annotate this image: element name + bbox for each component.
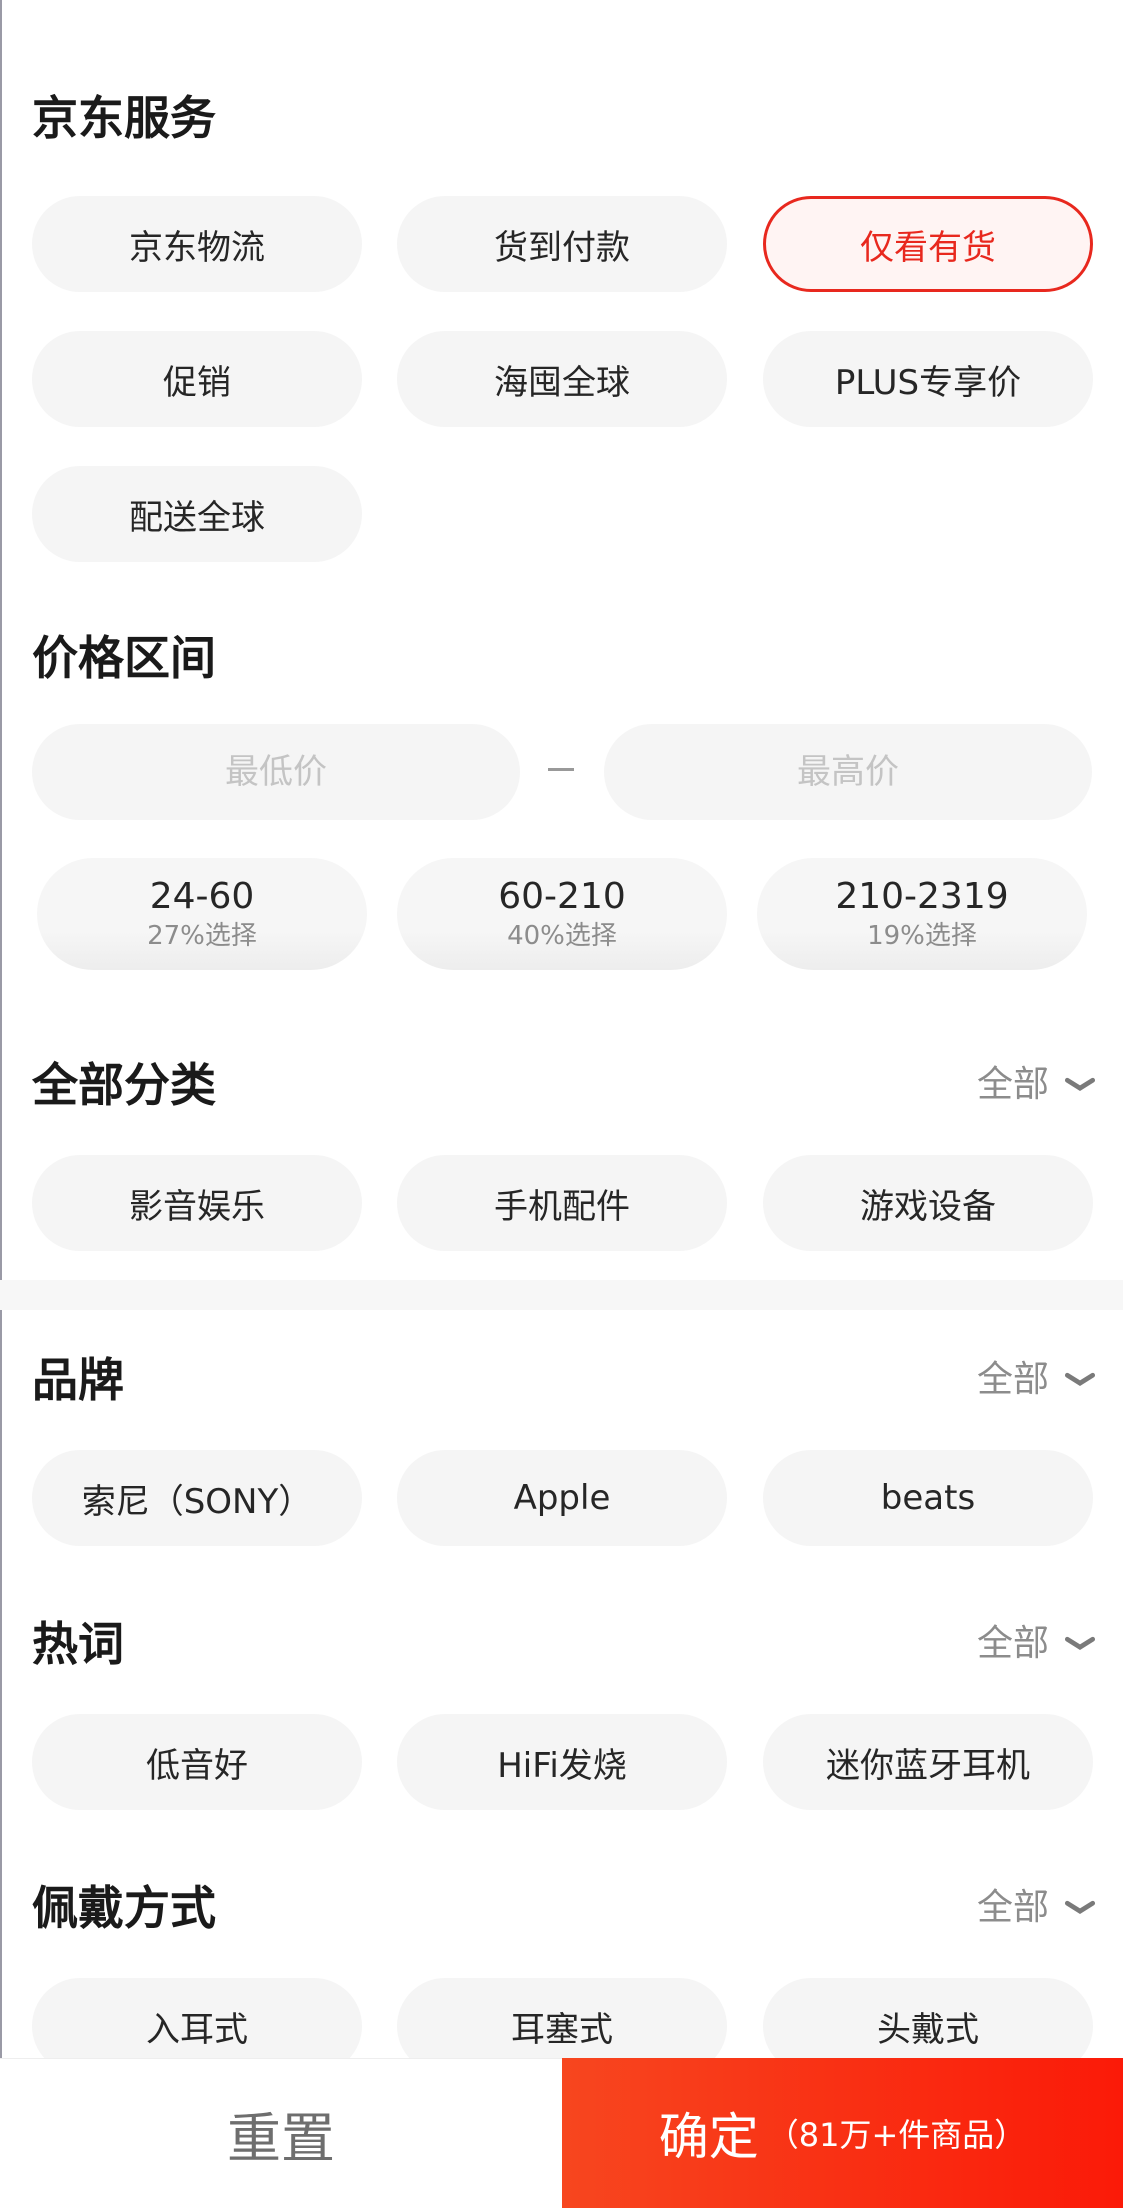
section-title-price: 价格区间 [32, 631, 216, 685]
price-range-chip[interactable]: 24-60 27%选择 [37, 858, 367, 970]
confirm-button[interactable]: 确定 （81万+件商品） [562, 2058, 1123, 2208]
confirm-count: （81万+件商品） [766, 2116, 1027, 2154]
price-range-value: 210-2319 [835, 876, 1009, 917]
section-title-hotwords: 热词 [32, 1617, 124, 1671]
price-range-value: 60-210 [498, 876, 626, 917]
price-range-percent: 40%选择 [507, 921, 617, 951]
price-range-value: 24-60 [149, 876, 255, 917]
left-edge-line [0, 0, 2, 2208]
chip-brand-apple[interactable]: Apple [397, 1450, 727, 1546]
chip-global-delivery[interactable]: 配送全球 [32, 466, 362, 562]
hotwords-more-label: 全部 [976, 1623, 1049, 1664]
chevron-down-icon [1064, 1900, 1096, 1914]
price-range-chip[interactable]: 60-210 40%选择 [397, 858, 727, 970]
wear-more-toggle[interactable]: 全部 [977, 1878, 1099, 1938]
wear-more-label: 全部 [976, 1887, 1049, 1928]
chip-category-phone-accessories[interactable]: 手机配件 [397, 1155, 727, 1251]
footer-bar: 重置 确定 （81万+件商品） [0, 2058, 1123, 2208]
chip-category-av[interactable]: 影音娱乐 [32, 1155, 362, 1251]
chip-hotword-mini-bluetooth[interactable]: 迷你蓝牙耳机 [763, 1714, 1093, 1810]
brand-more-label: 全部 [976, 1359, 1049, 1400]
min-price-input[interactable] [32, 724, 520, 820]
price-range-dash [548, 768, 574, 771]
chip-global-shopping[interactable]: 海囤全球 [397, 331, 727, 427]
price-range-percent: 27%选择 [147, 921, 257, 951]
chip-category-gaming[interactable]: 游戏设备 [763, 1155, 1093, 1251]
chevron-down-icon [1064, 1372, 1096, 1386]
brand-more-toggle[interactable]: 全部 [977, 1350, 1099, 1410]
category-more-toggle[interactable]: 全部 [977, 1055, 1099, 1115]
chevron-down-icon [1064, 1636, 1096, 1650]
section-title-services: 京东服务 [32, 91, 216, 145]
chip-brand-beats[interactable]: beats [763, 1450, 1093, 1546]
section-divider [0, 1280, 1123, 1310]
chip-hotword-bass[interactable]: 低音好 [32, 1714, 362, 1810]
section-title-brand: 品牌 [32, 1353, 124, 1407]
reset-button[interactable]: 重置 [0, 2058, 562, 2208]
price-range-chip[interactable]: 210-2319 19%选择 [757, 858, 1087, 970]
chip-hotword-hifi[interactable]: HiFi发烧 [397, 1714, 727, 1810]
chip-cash-on-delivery[interactable]: 货到付款 [397, 196, 727, 292]
filter-panel: 京东服务 京东物流 货到付款 仅看有货 促销 海囤全球 PLUS专享价 配送全球… [0, 0, 1123, 2208]
price-range-percent: 19%选择 [867, 921, 977, 951]
category-more-label: 全部 [976, 1064, 1049, 1105]
section-title-category: 全部分类 [32, 1058, 216, 1112]
max-price-input[interactable] [604, 724, 1092, 820]
hotwords-more-toggle[interactable]: 全部 [977, 1614, 1099, 1674]
section-title-wear: 佩戴方式 [32, 1881, 216, 1935]
chip-promotion[interactable]: 促销 [32, 331, 362, 427]
chip-jd-logistics[interactable]: 京东物流 [32, 196, 362, 292]
confirm-label: 确定 [658, 2108, 759, 2166]
chevron-down-icon [1064, 1077, 1096, 1091]
chip-in-stock-only[interactable]: 仅看有货 [763, 196, 1093, 292]
chip-brand-sony[interactable]: 索尼（SONY） [32, 1450, 362, 1546]
chip-plus-price[interactable]: PLUS专享价 [763, 331, 1093, 427]
